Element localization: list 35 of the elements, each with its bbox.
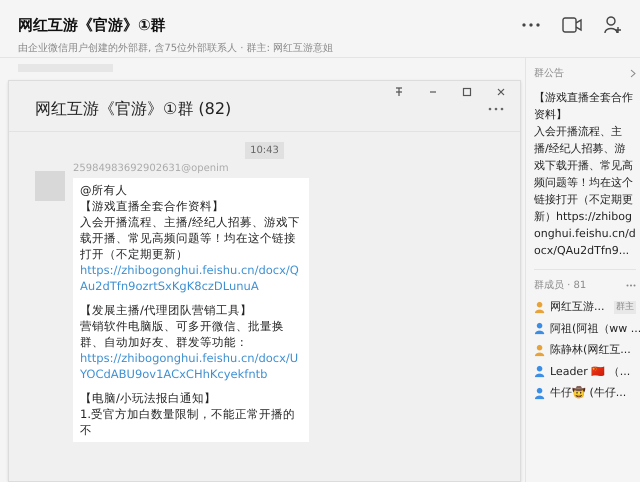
chat-title: 网红互游《官游》①群 xyxy=(18,15,167,36)
message-text: 【电脑/小玩法报白通知】 xyxy=(80,390,217,406)
close-icon[interactable] xyxy=(496,87,506,97)
message-text: 【发展主播/代理团队营销工具】 xyxy=(80,302,253,318)
announcement-label: 群公告 xyxy=(534,66,564,81)
add-member-icon[interactable] xyxy=(604,16,622,34)
owner-tag: 群主 xyxy=(614,300,636,314)
announcement-text: 入会开播流程、主播/经纪人招募、游戏下载开播、常见高频问题等！均在这个链接打开（不定期更新）https://zhibogonghui.feishu.cn/docx/QAu2dTfn9... xyxy=(534,124,636,259)
members-label: 群成员 · 81 xyxy=(534,278,586,293)
pin-icon[interactable] xyxy=(394,87,404,97)
window-title: 网红互游《官游》①群 (82) xyxy=(35,98,232,120)
member-name: Leader 🇨🇳 （... xyxy=(550,364,630,380)
member-item[interactable]: 网红互游... 群主 xyxy=(534,299,636,316)
sender-name: 25984983692902631@openim xyxy=(73,162,230,176)
more-icon[interactable] xyxy=(488,107,504,111)
member-name: 阿祖(阿祖（ww ... xyxy=(550,320,640,336)
message-text: 【游戏直播全套合作资料】 xyxy=(80,198,225,214)
message-text: 1.受官方加白数量限制，不能正常开播的不 xyxy=(80,406,296,438)
member-name: 陈静林(网红互... xyxy=(550,342,631,358)
more-icon[interactable] xyxy=(522,23,540,27)
avatar-placeholder xyxy=(35,171,65,201)
member-name: 网红互游... xyxy=(550,299,604,315)
member-item[interactable]: 牛仔🤠 (牛仔... xyxy=(534,385,636,402)
message-text: 入会开播流程、主播/经纪人招募、游戏下载开播、常见高频问题等！均在这个链接打开（不定期更新） xyxy=(80,214,301,262)
message-time: 10:43 xyxy=(245,142,284,159)
member-item[interactable]: Leader 🇨🇳 （... xyxy=(534,364,636,380)
message-text: @所有人 xyxy=(80,182,128,198)
message-text: 营销软件电脑版、可多开微信、批量换群、自动加好友、群发等功能： xyxy=(80,318,285,350)
chevron-right-icon[interactable] xyxy=(630,69,636,78)
member-name: 牛仔🤠 (牛仔... xyxy=(550,385,626,401)
member-item[interactable]: 陈静林(网红互... xyxy=(534,342,636,358)
announcement-title: 【游戏直播全套合作资料】 xyxy=(534,90,634,123)
video-call-icon[interactable] xyxy=(562,17,582,33)
group-description: 由企业微信用户创建的外部群, 含75位外部联系人 · 群主: 网红互游意姐 xyxy=(18,42,334,56)
maximize-icon[interactable] xyxy=(462,87,472,97)
